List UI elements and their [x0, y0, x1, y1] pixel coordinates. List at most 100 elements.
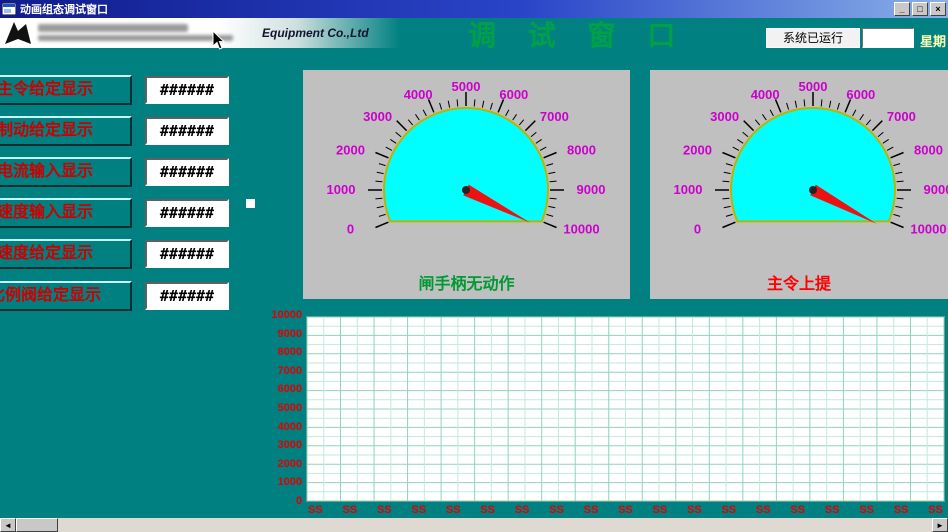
weekday-label: 星期 — [920, 31, 946, 50]
chart-grid — [307, 317, 944, 501]
maximize-button[interactable]: □ — [912, 2, 928, 16]
svg-text:8000: 8000 — [567, 143, 596, 158]
readout-value: ###### — [145, 199, 229, 227]
x-tick-label: SS — [411, 504, 426, 516]
chart-x-labels: SS SS SS SS SS SS SS SS SS SS SS SS SS SS SS SS SS SS SS — [306, 504, 945, 516]
page-title: 调 试 窗 口 — [468, 14, 687, 54]
gauge-meter: 0 1000 2000 3000 4000 5000 6000 7000 8000 9000 100… — [650, 70, 948, 275]
x-tick-label: SS — [446, 504, 461, 516]
x-tick-label: SS — [894, 504, 909, 516]
blurred-company-text-line2 — [38, 35, 233, 41]
y-tick-label: 1000 — [278, 476, 302, 488]
chart-plot-area — [306, 316, 945, 502]
app-icon — [2, 3, 16, 15]
company-logo — [4, 21, 32, 45]
x-tick-label: SS — [653, 504, 668, 516]
readout-label: 比例阀给定显示 — [0, 281, 132, 311]
chart-y-labels: 1000090008000700060005000400030002000100… — [248, 309, 302, 507]
svg-text:9000: 9000 — [577, 182, 606, 197]
gauge-panel-left: 0 1000 2000 3000 4000 5000 6000 7000 8000 9000 100… — [303, 70, 630, 299]
status-value-box — [862, 28, 914, 48]
svg-text:7000: 7000 — [540, 109, 569, 124]
readout-row: 电流输入显示 ###### — [0, 157, 240, 187]
company-name: Equipment Co.,Ltd — [262, 26, 369, 40]
x-tick-label: SS — [515, 504, 530, 516]
x-tick-label: SS — [790, 504, 805, 516]
svg-text:7000: 7000 — [887, 109, 916, 124]
x-tick-label: SS — [928, 504, 943, 516]
y-tick-label: 9000 — [278, 328, 302, 340]
y-tick-label: 0 — [296, 495, 302, 507]
readout-row: 制动给定显示 ###### — [0, 116, 240, 146]
mouse-cursor — [212, 30, 226, 50]
scroll-left-icon[interactable]: ◄ — [0, 518, 16, 532]
scrollbar-thumb[interactable] — [16, 518, 58, 532]
y-tick-label: 6000 — [278, 383, 302, 395]
readout-label: 主令给定显示 — [0, 75, 132, 105]
logo-strip: Equipment Co.,Ltd — [0, 18, 400, 48]
x-tick-label: SS — [377, 504, 392, 516]
x-tick-label: SS — [618, 504, 633, 516]
y-tick-label: 8000 — [278, 346, 302, 358]
gauge-meter: 0 1000 2000 3000 4000 5000 6000 7000 8000 9000 100… — [303, 70, 630, 275]
svg-text:4000: 4000 — [404, 87, 433, 102]
svg-text:3000: 3000 — [710, 109, 739, 124]
svg-text:6000: 6000 — [499, 87, 528, 102]
scroll-right-icon[interactable]: ► — [932, 518, 948, 532]
readout-value: ###### — [145, 117, 229, 145]
app-window: 动画组态调试窗口 _ □ × Equipment Co.,Ltd 调 试 窗 口… — [0, 0, 948, 532]
horizontal-scrollbar[interactable]: ◄ ► — [0, 518, 948, 532]
svg-text:10000: 10000 — [563, 221, 599, 236]
svg-text:5000: 5000 — [799, 79, 828, 94]
close-button[interactable]: × — [930, 2, 946, 16]
y-tick-label: 3000 — [278, 439, 302, 451]
readout-value: ###### — [145, 76, 229, 104]
x-tick-label: SS — [308, 504, 323, 516]
svg-text:6000: 6000 — [846, 87, 875, 102]
svg-text:8000: 8000 — [914, 143, 943, 158]
x-tick-label: SS — [480, 504, 495, 516]
x-tick-label: SS — [342, 504, 357, 516]
readout-label: 制动给定显示 — [0, 116, 132, 146]
gauge-caption: 闸手柄无动作 — [303, 270, 630, 294]
marker-dot — [246, 199, 255, 208]
minimize-button[interactable]: _ — [894, 2, 910, 16]
svg-text:5000: 5000 — [452, 79, 481, 94]
y-tick-label: 2000 — [278, 458, 302, 470]
x-tick-label: SS — [584, 504, 599, 516]
x-tick-label: SS — [756, 504, 771, 516]
gauge-caption: 主令上提 — [650, 270, 948, 294]
svg-text:0: 0 — [694, 221, 701, 236]
y-tick-label: 4000 — [278, 421, 302, 433]
x-tick-label: SS — [721, 504, 736, 516]
svg-text:3000: 3000 — [363, 109, 392, 124]
readout-row: 速度输入显示 ###### — [0, 198, 240, 228]
readout-row: 比例阀给定显示 ###### — [0, 281, 240, 311]
svg-text:9000: 9000 — [924, 182, 948, 197]
readout-label: 速度给定显示 — [0, 239, 132, 269]
svg-text:4000: 4000 — [751, 87, 780, 102]
y-tick-label: 5000 — [278, 402, 302, 414]
readout-value: ###### — [145, 158, 229, 186]
system-status-label: 系统已运行 — [766, 28, 860, 48]
y-tick-label: 10000 — [271, 309, 302, 321]
x-tick-label: SS — [825, 504, 840, 516]
readout-row: 主令给定显示 ###### — [0, 75, 240, 105]
gauge-panel-right: 0 1000 2000 3000 4000 5000 6000 7000 8000 9000 100… — [650, 70, 948, 299]
readout-label: 速度输入显示 — [0, 198, 132, 228]
svg-text:10000: 10000 — [910, 221, 946, 236]
svg-text:0: 0 — [347, 221, 354, 236]
x-tick-label: SS — [687, 504, 702, 516]
window-title: 动画组态调试窗口 — [20, 1, 894, 17]
x-tick-label: SS — [549, 504, 564, 516]
x-tick-label: SS — [859, 504, 874, 516]
readout-value: ###### — [145, 240, 229, 268]
readout-row: 速度给定显示 ###### — [0, 239, 240, 269]
blurred-company-text-line1 — [38, 24, 188, 32]
y-tick-label: 7000 — [278, 365, 302, 377]
svg-text:1000: 1000 — [674, 182, 703, 197]
svg-text:2000: 2000 — [683, 143, 712, 158]
svg-text:2000: 2000 — [336, 143, 365, 158]
readout-label: 电流输入显示 — [0, 157, 132, 187]
svg-text:1000: 1000 — [327, 182, 356, 197]
